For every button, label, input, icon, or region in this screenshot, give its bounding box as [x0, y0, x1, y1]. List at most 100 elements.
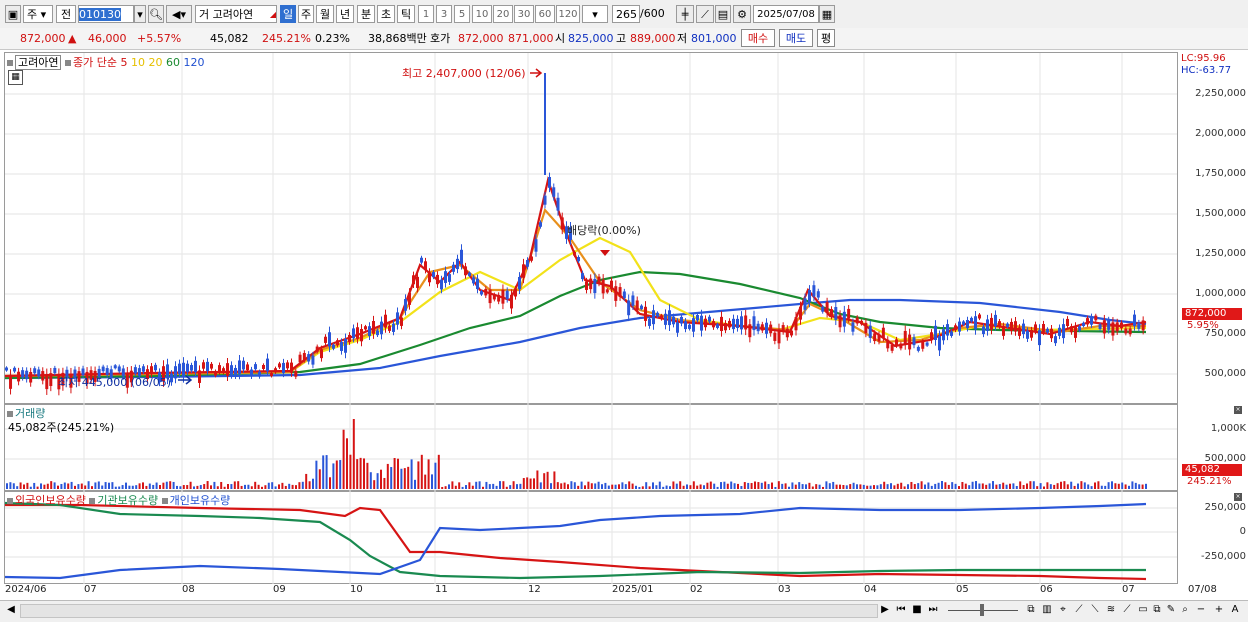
scroll-right-icon[interactable]: ▶ — [878, 603, 892, 617]
candle — [556, 197, 560, 211]
close-icon[interactable]: × — [1234, 406, 1242, 414]
ray-icon[interactable]: ⟍ — [1088, 603, 1102, 617]
rewind-icon[interactable]: ⏮ — [894, 603, 908, 617]
volume-bar — [9, 482, 12, 489]
copy-icon[interactable]: ⧉ — [1150, 603, 1164, 617]
ma5-label: 5 — [120, 56, 128, 69]
candle — [781, 325, 785, 332]
volume-bar — [91, 486, 93, 489]
candle — [1002, 326, 1005, 336]
candle — [543, 195, 547, 205]
candle — [396, 312, 399, 325]
volume-bar — [33, 482, 36, 489]
volume-bar — [67, 483, 70, 489]
candle — [1137, 322, 1141, 329]
candle — [978, 314, 981, 319]
candle — [1107, 320, 1111, 330]
x-tick: 12 — [528, 584, 541, 595]
candle — [372, 321, 375, 334]
volume-bar — [77, 484, 80, 489]
ma60-label: 60 — [165, 56, 180, 69]
fib-icon[interactable]: ≋ — [1104, 603, 1118, 617]
volume-bar — [893, 485, 896, 489]
zoom-out-box-icon[interactable]: ⧉ — [1024, 603, 1038, 617]
line-icon[interactable]: ⟋ — [1072, 603, 1086, 617]
layout-icon[interactable]: ▥ — [1040, 603, 1054, 617]
volume-bar — [271, 482, 274, 489]
volume-bar — [1066, 484, 1069, 489]
volume-bar — [900, 482, 903, 489]
candle — [488, 289, 492, 304]
volume-bar — [142, 482, 144, 489]
stock-label[interactable]: 고려아연 — [15, 55, 62, 70]
candle — [680, 316, 683, 324]
volume-bar — [386, 463, 389, 489]
volume-bar — [380, 469, 382, 489]
candle — [868, 325, 872, 338]
volume-bar — [879, 484, 882, 489]
candle — [424, 261, 427, 270]
box-icon[interactable]: ▭ — [1136, 603, 1150, 617]
table-icon[interactable]: ▦ — [8, 70, 23, 85]
candle — [21, 370, 25, 378]
volume-bar — [349, 454, 352, 489]
candle — [769, 324, 773, 334]
zoom-slider-handle[interactable] — [980, 604, 984, 616]
candle — [942, 329, 945, 341]
trend-icon[interactable]: ⟋ — [1120, 603, 1134, 617]
volume-bar — [176, 485, 178, 489]
volume-bar — [437, 454, 440, 489]
candle — [676, 322, 679, 333]
volume-bar — [971, 481, 974, 489]
plus-icon[interactable]: + — [1212, 603, 1226, 617]
candle — [903, 330, 907, 345]
volume-bar — [19, 482, 22, 489]
volume-bar — [1026, 483, 1028, 489]
candle — [416, 276, 419, 288]
close-icon[interactable]: × — [1234, 493, 1242, 501]
candle — [748, 324, 752, 338]
candle — [340, 342, 343, 351]
volume-bar — [335, 460, 338, 489]
max-price-note: 최고 2,407,000 (12/06) — [402, 67, 526, 80]
volume-bar — [108, 482, 110, 489]
candle — [492, 294, 496, 300]
zoom-icon[interactable]: ⌕ — [1178, 603, 1192, 617]
candle — [610, 280, 613, 289]
volume-bar — [125, 482, 127, 489]
volume-bar — [1080, 481, 1083, 489]
volume-bar — [835, 484, 838, 489]
volume-bar — [611, 484, 614, 489]
candle — [950, 331, 953, 336]
x-tick: 06 — [1040, 584, 1053, 595]
volume-bar — [237, 481, 240, 489]
volume-bar — [665, 485, 668, 489]
candle — [672, 316, 675, 325]
edit-icon[interactable]: ✎ — [1164, 603, 1178, 617]
scroll-track[interactable] — [20, 604, 878, 618]
candle — [812, 285, 816, 297]
volume-bar — [580, 481, 583, 489]
fast-forward-icon[interactable]: ⏭ — [926, 603, 940, 617]
volume-bar — [118, 486, 121, 489]
stop-icon[interactable]: ■ — [910, 603, 924, 617]
volume-bar — [162, 482, 165, 489]
volume-bar — [652, 482, 654, 489]
volume-bar — [400, 468, 403, 489]
minus-icon[interactable]: − — [1194, 603, 1208, 617]
candle — [198, 370, 201, 383]
volume-bar — [730, 481, 733, 489]
volume-bar — [216, 486, 219, 489]
volume-bar — [288, 483, 291, 489]
volume-bar — [471, 485, 474, 489]
font-size-icon[interactable]: A — [1228, 603, 1242, 617]
candle — [1102, 320, 1106, 334]
candle — [640, 305, 643, 310]
scroll-left-icon[interactable]: ◀ — [4, 603, 18, 617]
volume-bar — [563, 482, 566, 489]
volume-bar — [414, 479, 416, 489]
candle — [1050, 328, 1053, 339]
candle — [982, 326, 985, 335]
cursor-icon[interactable]: ⌖ — [1056, 603, 1070, 617]
candle — [622, 291, 626, 299]
